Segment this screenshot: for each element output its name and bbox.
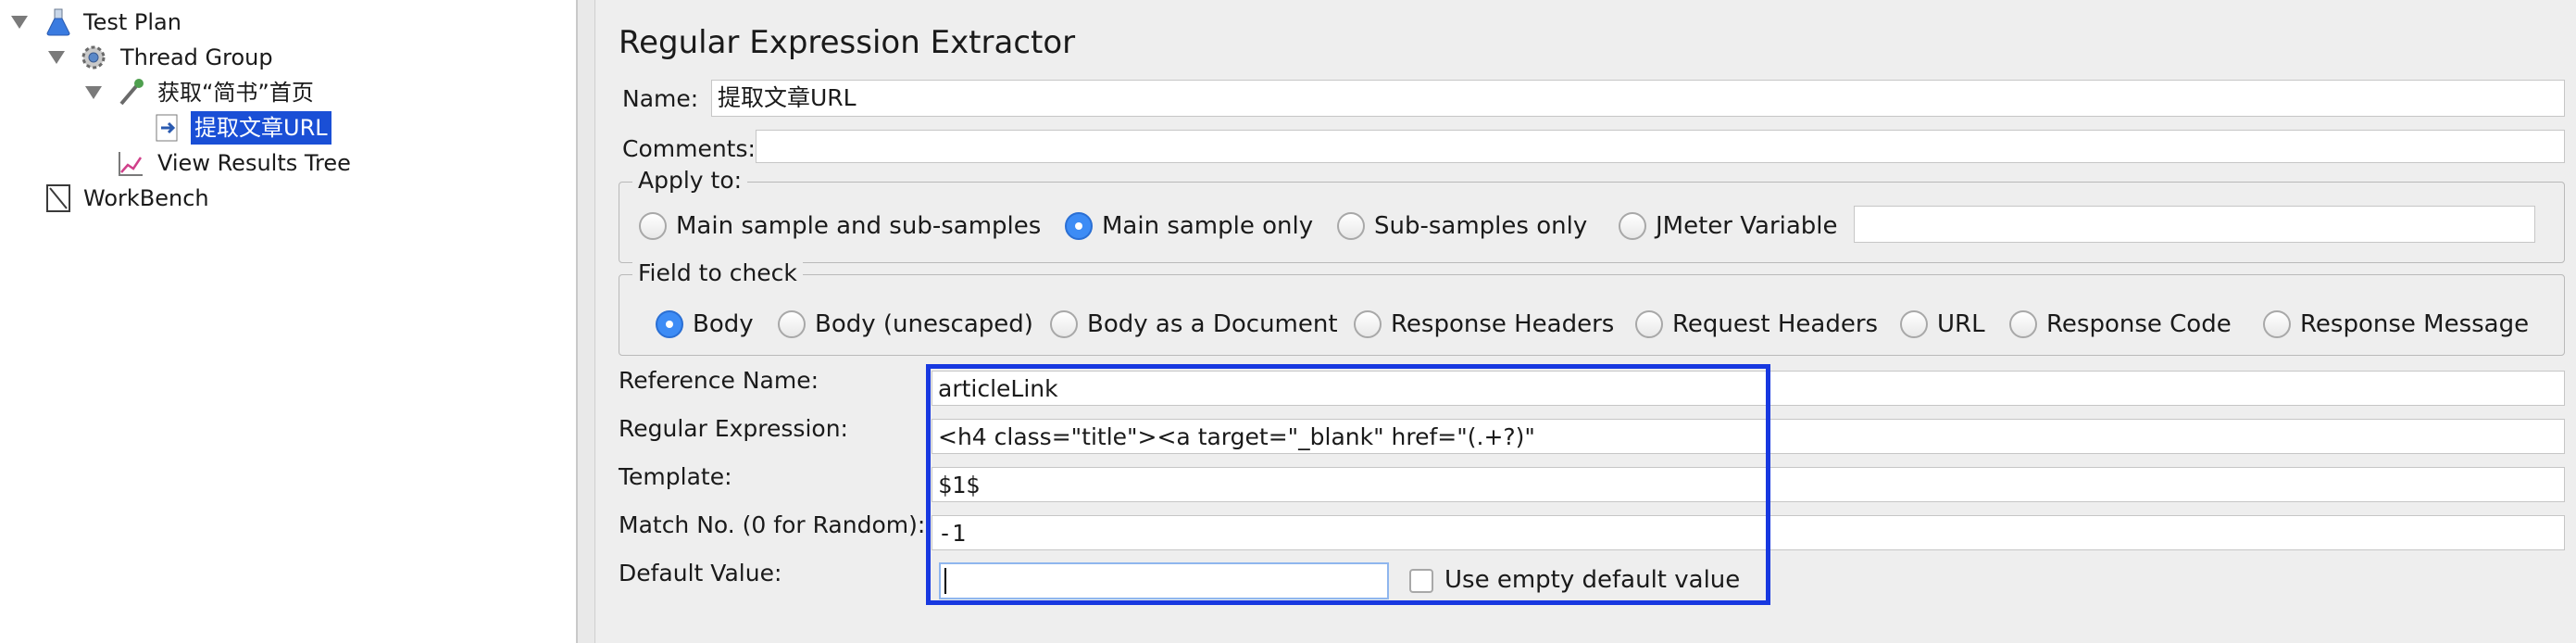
field-body-unescaped-radio[interactable]	[778, 310, 806, 338]
jmeter-variable-field[interactable]	[1854, 206, 2535, 243]
reference-name-label: Reference Name:	[619, 367, 819, 394]
field-url-label[interactable]: URL	[1937, 310, 1985, 338]
apply-main-and-sub-radio[interactable]	[639, 212, 667, 240]
expand-sampler-icon[interactable]	[85, 86, 102, 99]
tree-item-regex-extractor[interactable]: 提取文章URL	[191, 111, 331, 145]
extractor-icon	[156, 114, 178, 142]
apply-to-title: Apply to:	[632, 167, 748, 194]
field-body-document-radio[interactable]	[1050, 310, 1078, 338]
tree-item-thread-group[interactable]: Thread Group	[117, 41, 277, 74]
regex-field[interactable]: <h4 class="title"><a target="_blank" hre…	[932, 419, 2565, 454]
reference-name-field[interactable]: articleLink	[932, 371, 2565, 406]
field-body-unescaped-label[interactable]: Body (unescaped)	[815, 310, 1033, 338]
test-plan-tree: Test Plan Thread Group 获取“简书”首页 提取文章URL …	[0, 0, 578, 643]
page-title: Regular Expression Extractor	[619, 24, 1076, 61]
field-response-headers-label[interactable]: Response Headers	[1391, 310, 1614, 338]
tree-item-test-plan[interactable]: Test Plan	[80, 6, 185, 39]
field-response-message-radio[interactable]	[2263, 310, 2291, 338]
tree-item-view-results-tree[interactable]: View Results Tree	[154, 146, 355, 180]
tree-item-http-sampler[interactable]: 获取“简书”首页	[154, 76, 318, 109]
apply-sub-only-radio[interactable]	[1337, 212, 1365, 240]
workbench-icon	[46, 184, 70, 212]
name-field[interactable]: 提取文章URL	[711, 80, 2565, 117]
default-value-field[interactable]	[939, 562, 1389, 599]
tree-item-workbench[interactable]: WorkBench	[80, 182, 213, 215]
field-request-headers-label[interactable]: Request Headers	[1672, 310, 1878, 338]
use-empty-default-label[interactable]: Use empty default value	[1444, 566, 1740, 594]
comments-label: Comments:	[622, 135, 756, 162]
field-response-code-label[interactable]: Response Code	[2046, 310, 2232, 338]
regex-extractor-panel: Regular Expression Extractor Name: 提取文章U…	[596, 0, 2576, 643]
flask-icon	[46, 8, 70, 36]
match-no-label: Match No. (0 for Random):	[619, 511, 926, 538]
apply-jmeter-variable-label[interactable]: JMeter Variable	[1656, 212, 1838, 240]
field-body-document-label[interactable]: Body as a Document	[1087, 310, 1338, 338]
gear-icon	[81, 45, 106, 69]
regex-label: Regular Expression:	[619, 415, 848, 442]
field-response-message-label[interactable]: Response Message	[2300, 310, 2529, 338]
expand-test-plan-icon[interactable]	[11, 16, 28, 29]
field-body-label[interactable]: Body	[693, 310, 754, 338]
template-label: Template:	[619, 463, 732, 490]
use-empty-default-checkbox[interactable]	[1409, 569, 1433, 593]
field-to-check-title: Field to check	[632, 259, 803, 286]
graph-icon	[119, 152, 143, 176]
field-body-radio[interactable]	[656, 310, 683, 338]
expand-thread-group-icon[interactable]	[48, 51, 65, 64]
name-label: Name:	[622, 85, 699, 112]
pipette-icon	[119, 79, 144, 106]
default-value-label: Default Value:	[619, 560, 782, 586]
field-url-radio[interactable]	[1900, 310, 1928, 338]
template-field[interactable]: $1$	[932, 467, 2565, 502]
match-no-field[interactable]: -1	[932, 515, 2565, 550]
apply-sub-only-label[interactable]: Sub-samples only	[1374, 212, 1587, 240]
apply-main-only-radio[interactable]	[1065, 212, 1093, 240]
split-pane-divider[interactable]	[578, 0, 595, 643]
apply-main-and-sub-label[interactable]: Main sample and sub-samples	[676, 212, 1041, 240]
apply-jmeter-variable-radio[interactable]	[1619, 212, 1646, 240]
apply-main-only-label[interactable]: Main sample only	[1102, 212, 1313, 240]
text-cursor	[944, 568, 946, 594]
field-response-headers-radio[interactable]	[1354, 310, 1382, 338]
field-response-code-radio[interactable]	[2009, 310, 2037, 338]
comments-field[interactable]	[756, 130, 2565, 163]
field-request-headers-radio[interactable]	[1635, 310, 1663, 338]
